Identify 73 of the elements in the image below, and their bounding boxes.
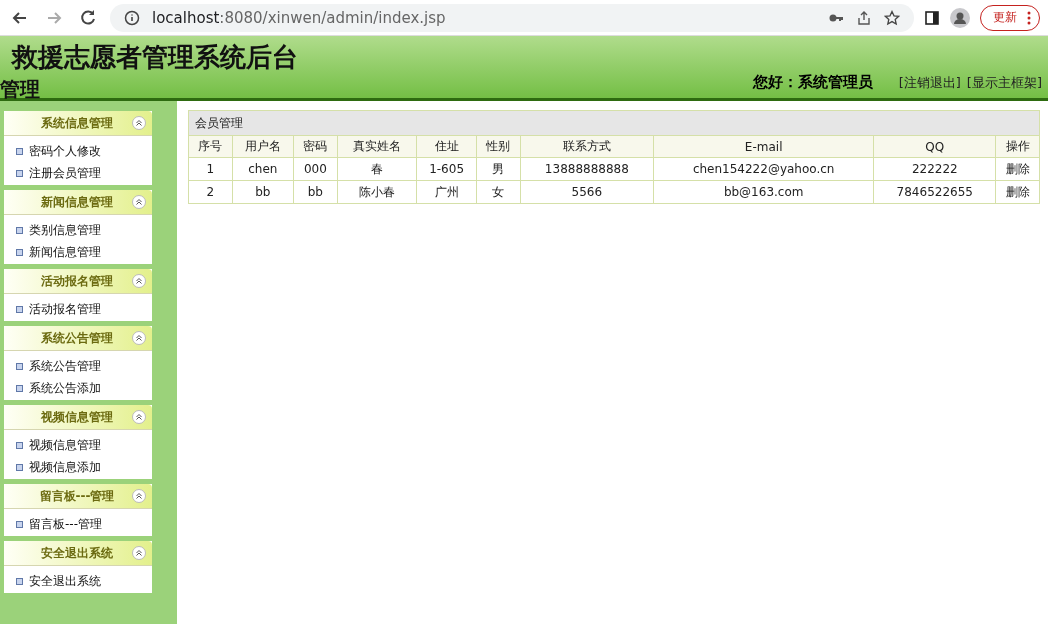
table-cell: 000 (293, 157, 338, 181)
delete-link[interactable]: 删除 (995, 180, 1040, 204)
table-cell: 5566 (520, 180, 654, 204)
menu-group-header[interactable]: 系统公告管理 (4, 326, 152, 351)
column-header: E-mail (653, 135, 874, 158)
info-icon[interactable] (124, 9, 140, 26)
menu-group-header[interactable]: 安全退出系统 (4, 541, 152, 566)
overflow-text: 管理 (0, 78, 40, 100)
table-cell: 男 (476, 157, 521, 181)
bullet-icon (16, 463, 23, 471)
menu-group-title: 系统公告管理 (40, 329, 114, 347)
menu-group-title: 视频信息管理 (40, 408, 114, 426)
share-icon[interactable] (856, 9, 872, 26)
menu-group-title: 新闻信息管理 (40, 193, 114, 211)
bullet-icon (16, 305, 23, 313)
menu-group-header[interactable]: 新闻信息管理 (4, 190, 152, 215)
table-cell: 广州 (416, 180, 477, 204)
menu-item[interactable]: 留言板---管理 (29, 515, 102, 533)
table-cell: bb (293, 180, 338, 204)
table-cell: chen154222@yahoo.cn (653, 157, 874, 181)
bullet-icon (16, 384, 23, 392)
address-bar[interactable]: localhost:8080/xinwen/admin/index.jsp (110, 3, 914, 32)
menu-item[interactable]: 类别信息管理 (29, 221, 101, 239)
menu-icon[interactable] (1027, 10, 1031, 25)
bullet-icon (16, 362, 23, 370)
table-cell: 7846522655 (873, 180, 996, 204)
header-link[interactable]: [注销退出] (898, 74, 961, 92)
table-cell: 1 (188, 157, 233, 181)
delete-link[interactable]: 删除 (995, 157, 1040, 181)
header-link[interactable]: [显示主框架] (966, 74, 1042, 92)
bullet-icon (16, 169, 23, 177)
table-cell: chen (232, 157, 294, 181)
table-cell: 1-605 (416, 157, 477, 181)
menu-item[interactable]: 视频信息添加 (29, 458, 101, 476)
menu-group-title: 活动报名管理 (40, 272, 114, 290)
table-cell: 2 (188, 180, 233, 204)
column-header: 序号 (188, 135, 233, 158)
side-panel-icon[interactable] (924, 9, 940, 26)
column-header: 联系方式 (520, 135, 654, 158)
menu-group-header[interactable]: 系统信息管理 (4, 111, 152, 136)
menu-group-title: 系统信息管理 (40, 114, 114, 132)
menu-group-header[interactable]: 视频信息管理 (4, 405, 152, 430)
table-cell: 春 (337, 157, 417, 181)
menu-item[interactable]: 密码个人修改 (29, 142, 101, 160)
bullet-icon (16, 248, 23, 256)
menu-item[interactable]: 系统公告管理 (29, 357, 101, 375)
bullet-icon (16, 520, 23, 528)
menu-group-title: 留言板---管理 (38, 487, 116, 505)
bullet-icon (16, 226, 23, 234)
bullet-icon (16, 441, 23, 449)
table-title: 会员管理 (188, 110, 1040, 136)
menu-item[interactable]: 活动报名管理 (29, 300, 101, 318)
menu-group-header[interactable]: 留言板---管理 (4, 484, 152, 509)
menu-group-title: 安全退出系统 (40, 544, 114, 562)
menu-item[interactable]: 安全退出系统 (29, 572, 101, 590)
menu-item[interactable]: 新闻信息管理 (29, 243, 101, 261)
bullet-icon (16, 577, 23, 585)
app-title: 救援志愿者管理系统后台 (12, 41, 298, 74)
menu-item[interactable]: 注册会员管理 (29, 164, 101, 182)
update-button[interactable]: 更新 (980, 4, 1040, 31)
table-cell: bb (232, 180, 294, 204)
table-cell: 陈小春 (337, 180, 417, 204)
table-cell: 222222 (873, 157, 996, 181)
bullet-icon (16, 147, 23, 155)
table-cell: 13888888888 (520, 157, 654, 181)
star-icon[interactable] (884, 9, 900, 26)
greeting-text: 您好：系统管理员 (752, 73, 873, 92)
menu-group-header[interactable]: 活动报名管理 (4, 269, 152, 294)
table-cell: 女 (476, 180, 521, 204)
table-cell: bb@163.com (653, 180, 874, 204)
menu-item[interactable]: 系统公告添加 (29, 379, 101, 397)
profile-icon[interactable] (950, 7, 970, 28)
menu-item[interactable]: 视频信息管理 (29, 436, 101, 454)
